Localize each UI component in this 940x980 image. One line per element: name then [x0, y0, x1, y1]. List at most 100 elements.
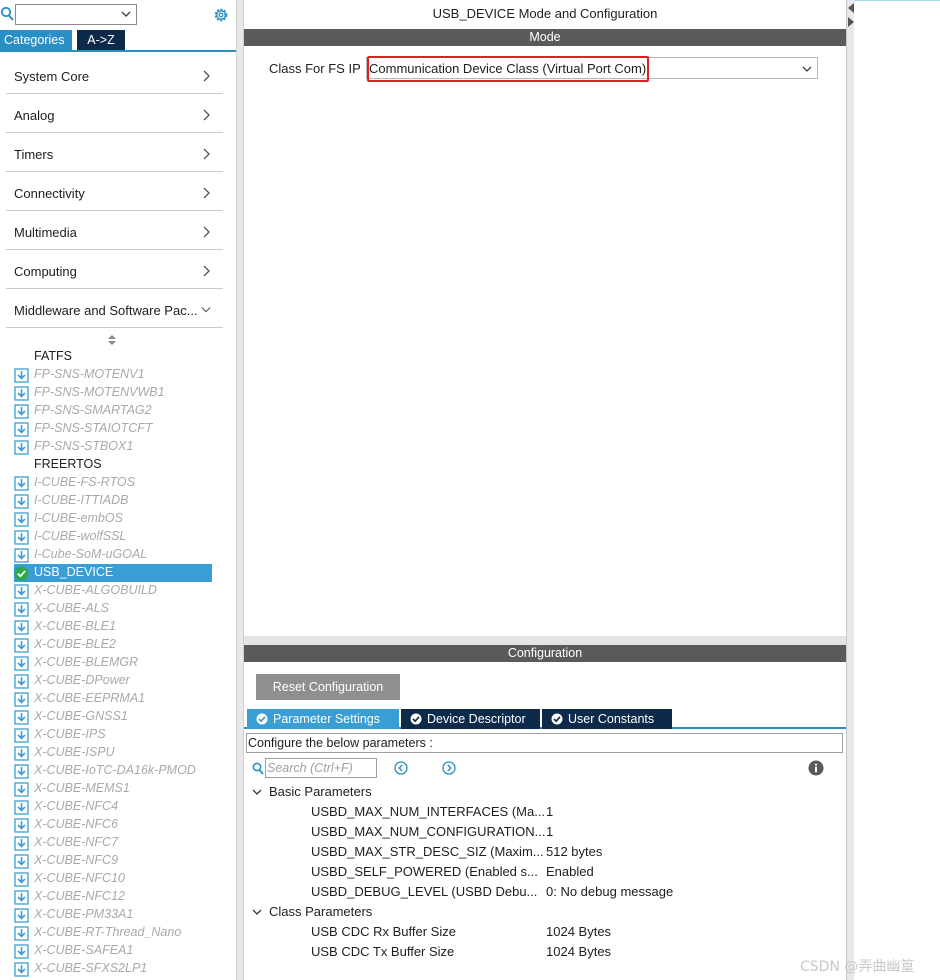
tree-item-pack[interactable]: I-CUBE-ITTIADB	[14, 492, 212, 510]
tree-item-label: X-CUBE-SAFEA1	[34, 943, 134, 957]
right-collapse-strip[interactable]	[846, 0, 854, 980]
panel-divider[interactable]	[236, 0, 244, 980]
tree-item-pack[interactable]: X-CUBE-EEPRMA1	[14, 690, 212, 708]
category-computing[interactable]: Computing	[6, 252, 223, 289]
parameter-row[interactable]: USBD_MAX_STR_DESC_SIZ (Maxim... 512 byte…	[244, 844, 846, 864]
tree-item-label: X-CUBE-BLE1	[34, 619, 116, 633]
tree-item-pack[interactable]: X-CUBE-SFXS2LP1	[14, 960, 212, 978]
chevron-down-icon	[201, 307, 211, 313]
tree-item-pack[interactable]: X-CUBE-ISPU	[14, 744, 212, 762]
tree-item-label: X-CUBE-NFC10	[34, 871, 125, 885]
param-value: 1	[546, 804, 554, 819]
tree-item-pack[interactable]: X-CUBE-RT-Thread_Nano	[14, 924, 212, 942]
tree-item-label: X-CUBE-NFC9	[34, 853, 119, 867]
tree-item-pack[interactable]: FP-SNS-STAIOTCFT	[14, 420, 212, 438]
tree-group-freertos[interactable]: FREERTOS	[14, 456, 212, 474]
tree-item-pack[interactable]: X-CUBE-ALS	[14, 600, 212, 618]
tree-group-fatfs[interactable]: FATFS	[14, 348, 212, 366]
tree-item-pack[interactable]: X-CUBE-NFC7	[14, 834, 212, 852]
sort-icon[interactable]	[107, 334, 117, 346]
nav-prev-icon[interactable]	[394, 761, 408, 775]
tree-item-pack[interactable]: X-CUBE-DPower	[14, 672, 212, 690]
search-combo[interactable]	[15, 4, 137, 25]
param-name: USBD_DEBUG_LEVEL (USBD Debu...	[311, 884, 538, 899]
tree-item-pack[interactable]: X-CUBE-IPS	[14, 726, 212, 744]
tree-item-pack[interactable]: X-CUBE-IoTC-DA16k-PMOD	[14, 762, 212, 780]
tree-item-pack[interactable]: I-CUBE-FS-RTOS	[14, 474, 212, 492]
category-label: Connectivity	[14, 186, 85, 201]
tree-item-pack[interactable]: X-CUBE-ALGOBUILD	[14, 582, 212, 600]
tree-item-pack[interactable]: FP-SNS-STBOX1	[14, 438, 212, 456]
search-icon[interactable]	[0, 6, 14, 22]
tree-item-usb-device[interactable]: USB_DEVICE	[14, 564, 212, 582]
chevron-right-icon	[203, 226, 210, 238]
tree-item-pack[interactable]: X-CUBE-NFC9	[14, 852, 212, 870]
tab-categories[interactable]: Categories	[0, 30, 72, 50]
download-icon	[14, 854, 29, 869]
tree-item-pack[interactable]: X-CUBE-SAFEA1	[14, 942, 212, 960]
parameter-row[interactable]: USB CDC Rx Buffer Size 1024 Bytes	[244, 924, 846, 944]
tree-item-label: X-CUBE-MEMS1	[34, 781, 130, 795]
tree-item-label: I-CUBE-wolfSSL	[34, 529, 127, 543]
tree-item-pack[interactable]: X-CUBE-NFC12	[14, 888, 212, 906]
category-multimedia[interactable]: Multimedia	[6, 213, 223, 250]
tree-item-pack[interactable]: I-CUBE-embOS	[14, 510, 212, 528]
download-icon	[14, 494, 29, 509]
search-row	[0, 2, 236, 26]
parameter-row[interactable]: USBD_MAX_NUM_CONFIGURATION... 1	[244, 824, 846, 844]
class-for-fs-ip-select[interactable]: Communication Device Class (Virtual Port…	[366, 57, 818, 79]
category-middleware[interactable]: Middleware and Software Pac...	[6, 291, 223, 328]
parameter-row[interactable]: USB CDC Tx Buffer Size 1024 Bytes	[244, 944, 846, 964]
category-system-core[interactable]: System Core	[6, 57, 223, 94]
tree-item-label: X-CUBE-RT-Thread_Nano	[34, 925, 182, 939]
check-circle-icon	[14, 566, 29, 581]
tab-a-to-z[interactable]: A->Z	[77, 30, 125, 50]
tree-item-pack[interactable]: X-CUBE-NFC6	[14, 816, 212, 834]
tab-parameter-settings[interactable]: Parameter Settings	[247, 709, 399, 729]
download-icon	[14, 836, 29, 851]
tree-item-pack[interactable]: X-CUBE-BLE2	[14, 636, 212, 654]
search-icon	[252, 762, 264, 775]
tree-item-pack[interactable]: X-CUBE-NFC4	[14, 798, 212, 816]
tree-item-label: X-CUBE-IoTC-DA16k-PMOD	[34, 763, 196, 777]
category-connectivity[interactable]: Connectivity	[6, 174, 223, 211]
param-name: USBD_SELF_POWERED (Enabled s...	[311, 864, 538, 879]
tree-item-pack[interactable]: FP-SNS-MOTENVWB1	[14, 384, 212, 402]
category-timers[interactable]: Timers	[6, 135, 223, 172]
gear-icon[interactable]	[212, 6, 230, 24]
chevron-right-icon	[203, 265, 210, 277]
tree-item-label: FP-SNS-SMARTAG2	[34, 403, 152, 417]
tree-item-pack[interactable]: FP-SNS-MOTENV1	[14, 366, 212, 384]
tree-item-pack[interactable]: X-CUBE-BLEMGR	[14, 654, 212, 672]
reset-configuration-button[interactable]: Reset Configuration	[256, 674, 400, 700]
download-icon	[14, 800, 29, 815]
tree-item-pack[interactable]: X-CUBE-GNSS1	[14, 708, 212, 726]
parameter-row[interactable]: USBD_SELF_POWERED (Enabled s... Enabled	[244, 864, 846, 884]
parameter-row[interactable]: USBD_DEBUG_LEVEL (USBD Debu... 0: No deb…	[244, 884, 846, 904]
tree-item-pack[interactable]: I-CUBE-wolfSSL	[14, 528, 212, 546]
group-label: Basic Parameters	[269, 784, 372, 799]
download-icon	[14, 440, 29, 455]
check-circle-icon	[410, 713, 422, 725]
param-name: USBD_MAX_STR_DESC_SIZ (Maxim...	[311, 844, 544, 859]
tree-item-pack[interactable]: FP-SNS-SMARTAG2	[14, 402, 212, 420]
parameter-row[interactable]: USBD_MAX_NUM_INTERFACES (Ma... 1	[244, 804, 846, 824]
tree-item-label: I-CUBE-ITTIADB	[34, 493, 129, 507]
tree-item-pack[interactable]: X-CUBE-MEMS1	[14, 780, 212, 798]
parameter-search-input[interactable]: Search (Ctrl+F)	[265, 758, 377, 778]
mode-config-separator[interactable]	[244, 636, 846, 645]
tree-item-pack[interactable]: X-CUBE-BLE1	[14, 618, 212, 636]
check-circle-icon	[551, 713, 563, 725]
tab-device-descriptor[interactable]: Device Descriptor	[401, 709, 540, 729]
tab-user-constants[interactable]: User Constants	[542, 709, 672, 729]
info-icon[interactable]	[808, 760, 824, 776]
chevron-right-icon	[203, 70, 210, 82]
param-value: 1	[546, 824, 554, 839]
tree-item-pack[interactable]: X-CUBE-PM33A1	[14, 906, 212, 924]
nav-next-icon[interactable]	[442, 761, 456, 775]
category-analog[interactable]: Analog	[6, 96, 223, 133]
tree-item-pack[interactable]: I-Cube-SoM-uGOAL	[14, 546, 212, 564]
tree-item-pack[interactable]: X-CUBE-NFC10	[14, 870, 212, 888]
download-icon	[14, 962, 29, 977]
chevron-down-icon	[121, 11, 131, 17]
